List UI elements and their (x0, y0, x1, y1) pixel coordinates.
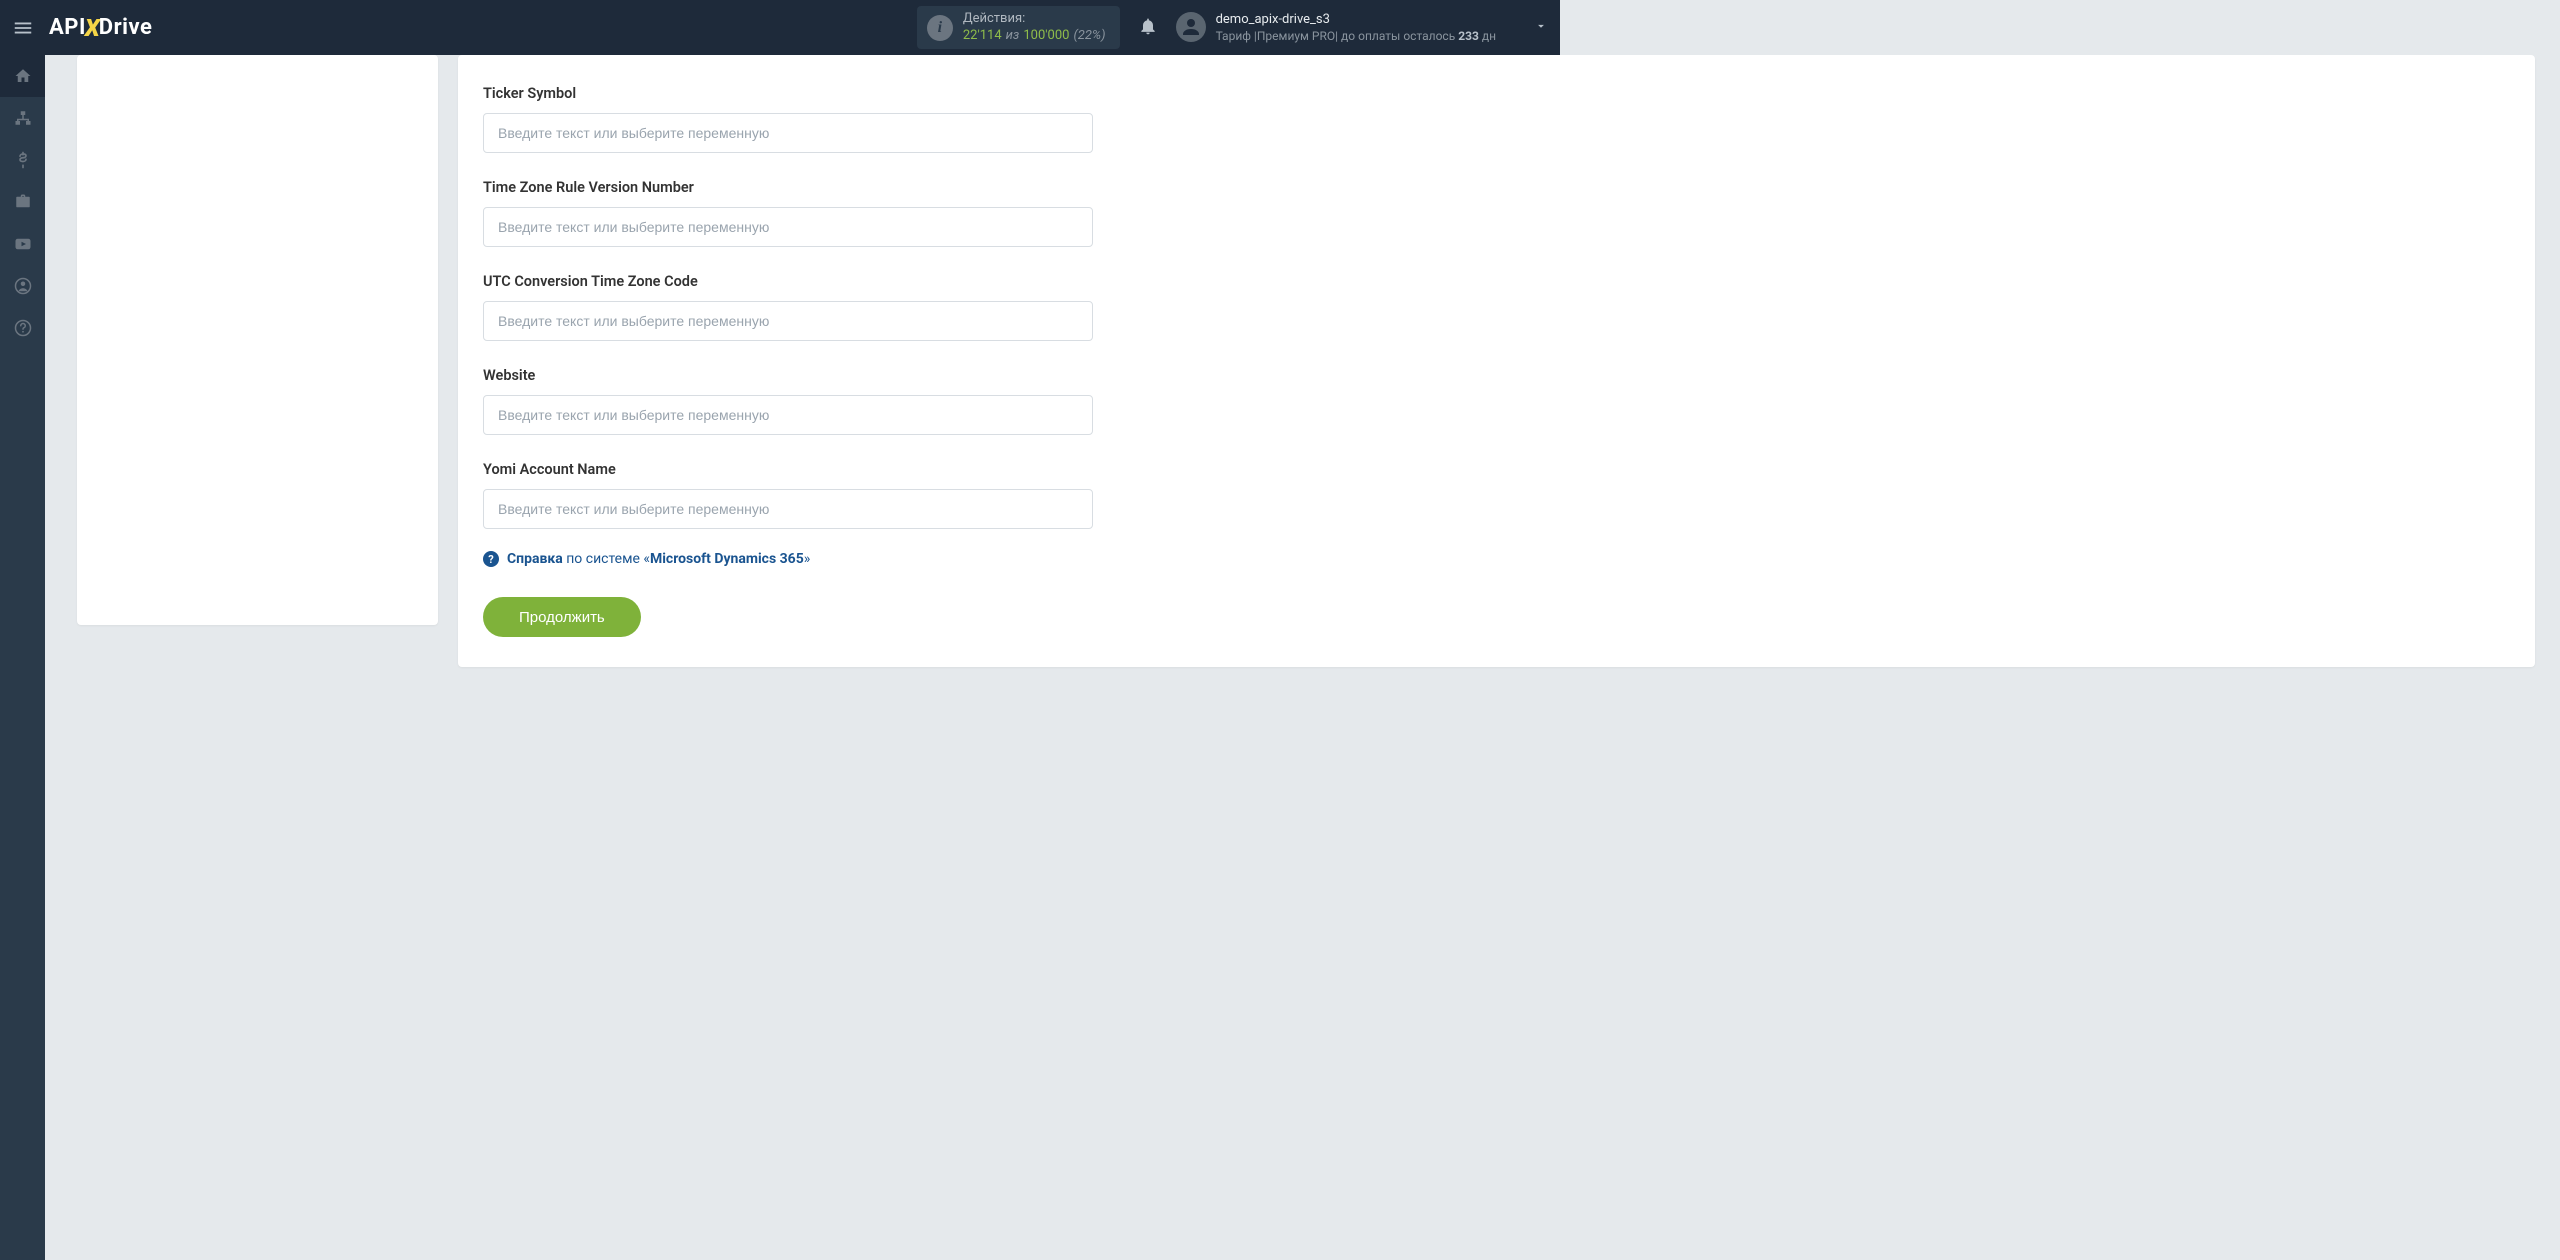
top-header: API X Drive i Действия: 22'114 из 100'00… (0, 0, 1560, 55)
field-label: Time Zone Rule Version Number (483, 179, 1093, 196)
info-icon: i (927, 15, 953, 41)
sidebar-item-home[interactable] (0, 55, 45, 97)
actions-stats: 22'114 из 100'000 (22%) (963, 28, 1106, 45)
user-tariff: Тариф |Премиум PRO| до оплаты осталось 2… (1216, 28, 1496, 44)
sidebar (0, 55, 45, 1260)
user-name: demo_apix-drive_s3 (1216, 11, 1496, 29)
sidebar-item-help[interactable] (0, 307, 45, 349)
logo-text-drive: Drive (99, 15, 153, 40)
field-ticker-symbol: Ticker Symbol (483, 85, 1093, 153)
help-link[interactable]: ? Справка по системе «Microsoft Dynamics… (483, 551, 1093, 567)
bell-icon (1138, 16, 1158, 36)
field-website: Website (483, 367, 1093, 435)
user-circle-icon (14, 277, 32, 295)
help-icon: ? (483, 551, 499, 567)
sidebar-item-billing[interactable] (0, 139, 45, 181)
youtube-icon (14, 235, 32, 253)
continue-button[interactable]: Продолжить (483, 597, 641, 637)
sitemap-icon (14, 109, 32, 127)
user-icon (1179, 15, 1203, 39)
sidebar-item-connections[interactable] (0, 97, 45, 139)
user-menu[interactable]: demo_apix-drive_s3 Тариф |Премиум PRO| д… (1176, 11, 1496, 45)
website-input[interactable] (483, 395, 1093, 435)
logo[interactable]: API X Drive (49, 14, 152, 42)
home-icon (14, 67, 32, 85)
sidebar-item-account[interactable] (0, 265, 45, 307)
timezone-rule-input[interactable] (483, 207, 1093, 247)
field-label: UTC Conversion Time Zone Code (483, 273, 1093, 290)
notifications-button[interactable] (1138, 16, 1158, 40)
ticker-symbol-input[interactable] (483, 113, 1093, 153)
header-dropdown[interactable] (1534, 18, 1548, 37)
logo-text-x: X (85, 14, 100, 42)
actions-badge[interactable]: i Действия: 22'114 из 100'000 (22%) (917, 6, 1120, 50)
field-label: Website (483, 367, 1093, 384)
menu-toggle-button[interactable] (0, 0, 45, 55)
briefcase-icon (14, 193, 32, 211)
dollar-icon (14, 151, 32, 169)
left-panel (77, 55, 438, 625)
form-panel: Ticker Symbol Time Zone Rule Version Num… (458, 55, 2535, 667)
actions-label: Действия: (963, 11, 1106, 28)
chevron-down-icon (1534, 19, 1548, 33)
field-label: Yomi Account Name (483, 461, 1093, 478)
question-icon (14, 319, 32, 337)
sidebar-item-video[interactable] (0, 223, 45, 265)
hamburger-icon (12, 17, 34, 39)
field-utc-conversion: UTC Conversion Time Zone Code (483, 273, 1093, 341)
sidebar-item-briefcase[interactable] (0, 181, 45, 223)
utc-conversion-input[interactable] (483, 301, 1093, 341)
field-yomi-account: Yomi Account Name (483, 461, 1093, 529)
yomi-account-input[interactable] (483, 489, 1093, 529)
field-label: Ticker Symbol (483, 85, 1093, 102)
main-content: Ticker Symbol Time Zone Rule Version Num… (45, 55, 2560, 1260)
logo-text-api: API (49, 15, 86, 40)
avatar (1176, 12, 1206, 42)
field-timezone-rule: Time Zone Rule Version Number (483, 179, 1093, 247)
